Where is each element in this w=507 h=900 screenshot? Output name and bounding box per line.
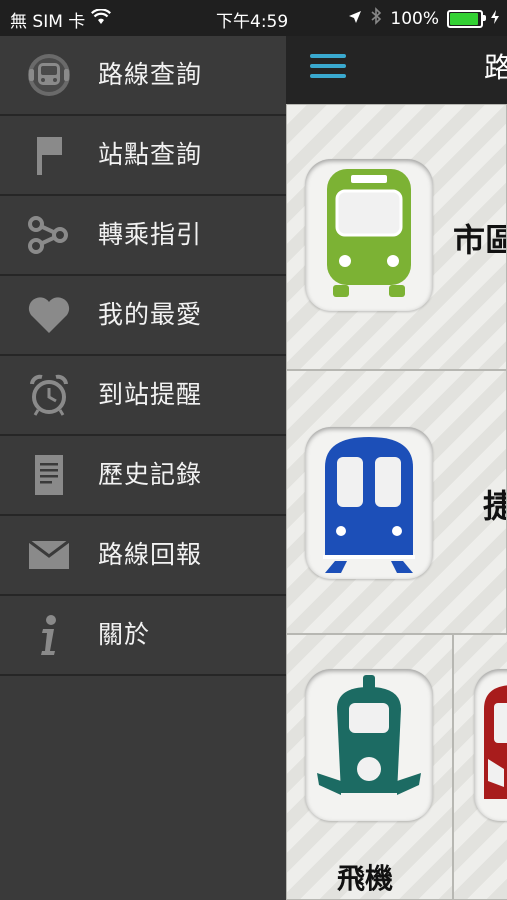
tile-label: 捷: [483, 481, 506, 527]
menu-label: 站點查詢: [98, 140, 203, 169]
menu-label: 關於: [98, 620, 151, 649]
document-icon: [24, 450, 74, 500]
heart-icon: [24, 290, 74, 340]
menu-item-history[interactable]: 歷史記錄: [0, 436, 286, 516]
tile-airport-bus[interactable]: 飛機: [286, 634, 453, 900]
side-menu: 路線查詢 站點查詢 轉乘指引 我的最愛 到站提醒 歷史記錄 路線回報 關於: [0, 36, 286, 900]
menu-item-favorites[interactable]: 我的最愛: [0, 276, 286, 356]
menu-item-route-search[interactable]: 路線查詢: [0, 36, 286, 116]
menu-item-stop-search[interactable]: 站點查詢: [0, 116, 286, 196]
battery-icon: [447, 9, 486, 28]
tile-label: 市區: [453, 221, 506, 259]
status-bar: 無 SIM 卡 下午4:59 100%: [0, 0, 507, 36]
city-bus-icon: [305, 159, 433, 311]
menu-label: 我的最愛: [98, 300, 203, 329]
wifi-icon: [91, 8, 112, 30]
carrier-label: 無 SIM 卡: [10, 12, 86, 32]
tile-metro[interactable]: 捷: [286, 370, 507, 634]
tile-city-bus[interactable]: 市區: [286, 104, 507, 370]
flag-icon: [24, 130, 74, 180]
bus-front-icon: [24, 50, 74, 100]
menu-label: 到站提醒: [98, 380, 203, 409]
menu-label: 路線查詢: [98, 60, 203, 89]
tile-highway-bus[interactable]: [453, 634, 507, 900]
menu-item-transfer-guide[interactable]: 轉乘指引: [0, 196, 286, 276]
menu-label: 歷史記錄: [98, 460, 203, 489]
envelope-icon: [24, 530, 74, 580]
navigation-bar: 路: [286, 36, 507, 104]
battery-percent: 100%: [390, 8, 439, 29]
info-icon: [24, 610, 74, 660]
share-nodes-icon: [24, 210, 74, 260]
main-panel: 路 市區: [286, 36, 507, 900]
bus-icon: [474, 669, 507, 821]
menu-label: 路線回報: [98, 540, 203, 569]
menu-item-about[interactable]: 關於: [0, 596, 286, 676]
alarm-clock-icon: [24, 370, 74, 420]
bluetooth-icon: [370, 7, 382, 30]
page-title: 路: [484, 51, 507, 84]
menu-label: 轉乘指引: [98, 220, 203, 249]
hamburger-menu-icon[interactable]: [310, 54, 346, 84]
location-arrow-icon: [348, 9, 362, 29]
menu-item-route-report[interactable]: 路線回報: [0, 516, 286, 596]
clock: 下午4:59: [216, 12, 289, 32]
charging-icon: [491, 9, 499, 29]
metro-icon: [305, 427, 433, 579]
airport-shuttle-icon: [305, 669, 433, 821]
tile-label: 飛機: [337, 862, 394, 895]
menu-item-arrival-alert[interactable]: 到站提醒: [0, 356, 286, 436]
